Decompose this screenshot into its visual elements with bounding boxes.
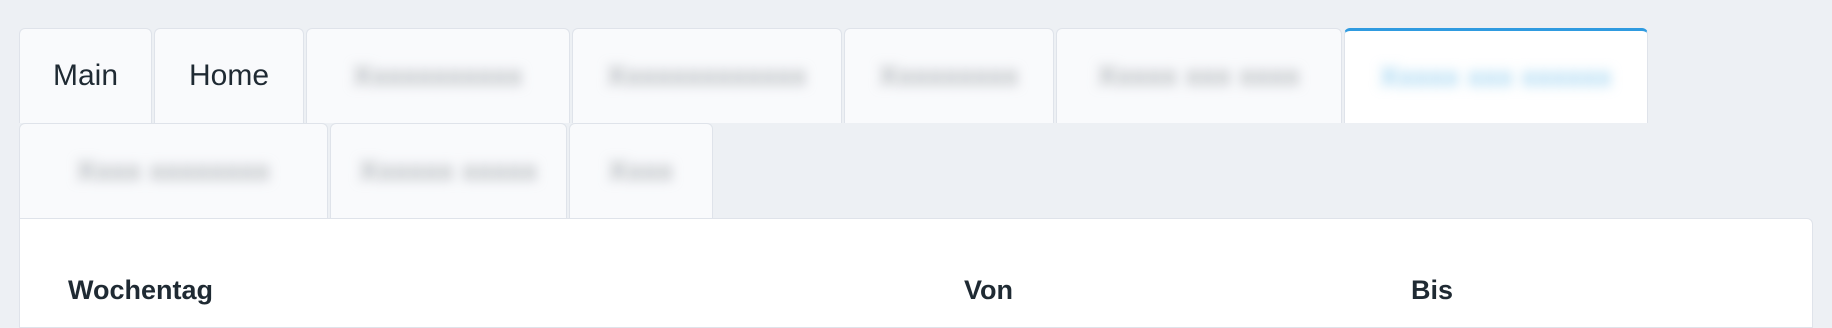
tab-label-redacted: Xxxx [608,155,674,186]
tab-redacted-3[interactable]: Xxxxxxxxxxx [306,28,570,123]
tab-label-redacted: Xxxxxxxxxxxxx [607,60,807,91]
tab-bar-row-2: Xxxx xxxxxxxx Xxxxxx xxxxx Xxxx [19,123,715,218]
tab-label-redacted: Xxxx xxxxxxxx [76,155,271,186]
tab-redacted-4[interactable]: Xxxxxxxxxxxxx [572,28,842,123]
tab-label-redacted: Xxxxx xxx xxxxxx [1379,61,1613,92]
tab-redacted-5[interactable]: Xxxxxxxxx [844,28,1054,123]
tab-active-redacted[interactable]: Xxxxx xxx xxxxxx [1344,28,1648,123]
column-header-to: Bis [1411,275,1454,305]
tab-redacted-6[interactable]: Xxxxx xxx xxxx [1056,28,1342,123]
tab-label: Main [52,59,119,92]
tab-home[interactable]: Home [154,28,304,123]
tab-main[interactable]: Main [19,28,152,123]
tab-redacted-9[interactable]: Xxxxxx xxxxx [330,123,567,218]
tab-redacted-10[interactable]: Xxxx [569,123,713,218]
column-header-weekday: Wochentag [68,275,214,305]
tab-content-panel: Wochentag Von Bis [19,218,1813,328]
tab-label-redacted: Xxxxxx xxxxx [359,155,538,186]
tab-label-redacted: Xxxxx xxx xxxx [1097,60,1301,91]
tab-label: Home [188,59,270,92]
tab-label-redacted: Xxxxxxxxxxx [353,60,523,91]
tab-label-redacted: Xxxxxxxxx [879,60,1019,91]
tab-bar-row-1: Main Home Xxxxxxxxxxx Xxxxxxxxxxxxx Xxxx… [19,28,1650,123]
tab-redacted-8[interactable]: Xxxx xxxxxxxx [19,123,328,218]
column-header-from: Von [964,275,1013,305]
